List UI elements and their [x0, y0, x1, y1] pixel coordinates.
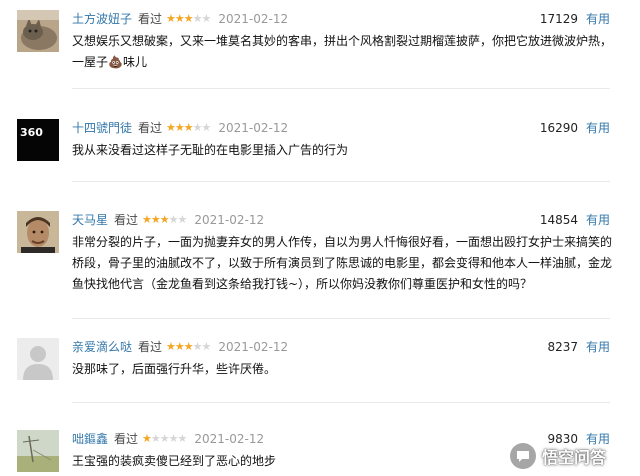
username-link[interactable]: 十四號門徒	[72, 121, 132, 135]
avatar[interactable]	[17, 430, 59, 472]
man-portrait-icon	[17, 211, 59, 253]
watch-status: 看过	[114, 432, 139, 446]
avatar[interactable]: 360	[17, 119, 59, 161]
rating-stars: ★★★★★	[142, 213, 187, 226]
rating-stars: ★★★★★	[166, 340, 211, 353]
review-date: 2021-02-12	[218, 12, 289, 26]
review-meta: 十四號門徒 看过 ★★★★★ 2021-02-12	[72, 119, 288, 137]
review-date: 2021-02-12	[194, 432, 265, 446]
landscape-avatar-icon	[17, 430, 59, 472]
review-meta: 咄鏂鑫 看过 ★★★★★ 2021-02-12	[72, 430, 264, 448]
useful-button[interactable]: 有用	[586, 10, 610, 28]
square-avatar-icon: 360	[17, 119, 59, 161]
review-text: 我从来没看过这样子无耻的在电影里插入广告的行为	[72, 143, 349, 157]
divider	[72, 402, 610, 403]
review-meta: 土方波妞子 看过 ★★★★★ 2021-02-12	[72, 10, 288, 28]
vote-count: 14854	[539, 213, 578, 227]
vote-count: 8237	[547, 340, 578, 354]
chat-bubble-icon	[510, 443, 536, 469]
divider	[72, 88, 610, 89]
review-meta: 天马星 看过 ★★★★★ 2021-02-12	[72, 211, 264, 229]
review-date: 2021-02-12	[194, 213, 265, 227]
watermark-text: 悟空问答	[542, 448, 607, 467]
review-date: 2021-02-12	[218, 121, 289, 135]
useful-button[interactable]: 有用	[586, 119, 610, 137]
review-text: 没那味了，后面强行升华，些许厌倦。	[72, 362, 277, 376]
watch-status: 看过	[138, 121, 163, 135]
divider	[72, 318, 610, 319]
username-link[interactable]: 天马星	[72, 213, 108, 227]
review-text: 又想娱乐又想破案，又来一堆莫名其妙的客串，拼出个风格割裂过期榴莲披萨，你把它放进…	[72, 34, 613, 69]
username-link[interactable]: 咄鏂鑫	[72, 432, 108, 446]
default-user-icon	[17, 338, 59, 380]
review-meta: 亲爱滴么哒 看过 ★★★★★ 2021-02-12	[72, 338, 288, 356]
useful-button[interactable]: 有用	[586, 211, 610, 229]
vote-count: 16290	[539, 121, 578, 135]
watch-status: 看过	[114, 213, 139, 227]
avatar[interactable]	[17, 338, 59, 380]
review-text: 非常分裂的片子，一面为抛妻弃女的男人作传，自以为男人忏悔很好看，一面想出殴打女护…	[72, 235, 613, 291]
watch-status: 看过	[138, 12, 163, 26]
username-link[interactable]: 土方波妞子	[72, 12, 132, 26]
avatar[interactable]	[17, 211, 59, 253]
watch-status: 看过	[138, 340, 163, 354]
vote-count: 17129	[539, 12, 578, 26]
rating-stars: ★★★★★	[142, 432, 187, 445]
review-date: 2021-02-12	[218, 340, 289, 354]
avatar-text: 360	[20, 126, 43, 139]
divider	[72, 181, 610, 182]
watermark: 悟空问答	[510, 440, 635, 472]
cat-avatar-icon	[17, 10, 59, 52]
rating-stars: ★★★★★	[166, 121, 211, 134]
rating-stars: ★★★★★	[166, 12, 211, 25]
useful-button[interactable]: 有用	[586, 338, 610, 356]
username-link[interactable]: 亲爱滴么哒	[72, 340, 132, 354]
avatar[interactable]	[17, 10, 59, 52]
